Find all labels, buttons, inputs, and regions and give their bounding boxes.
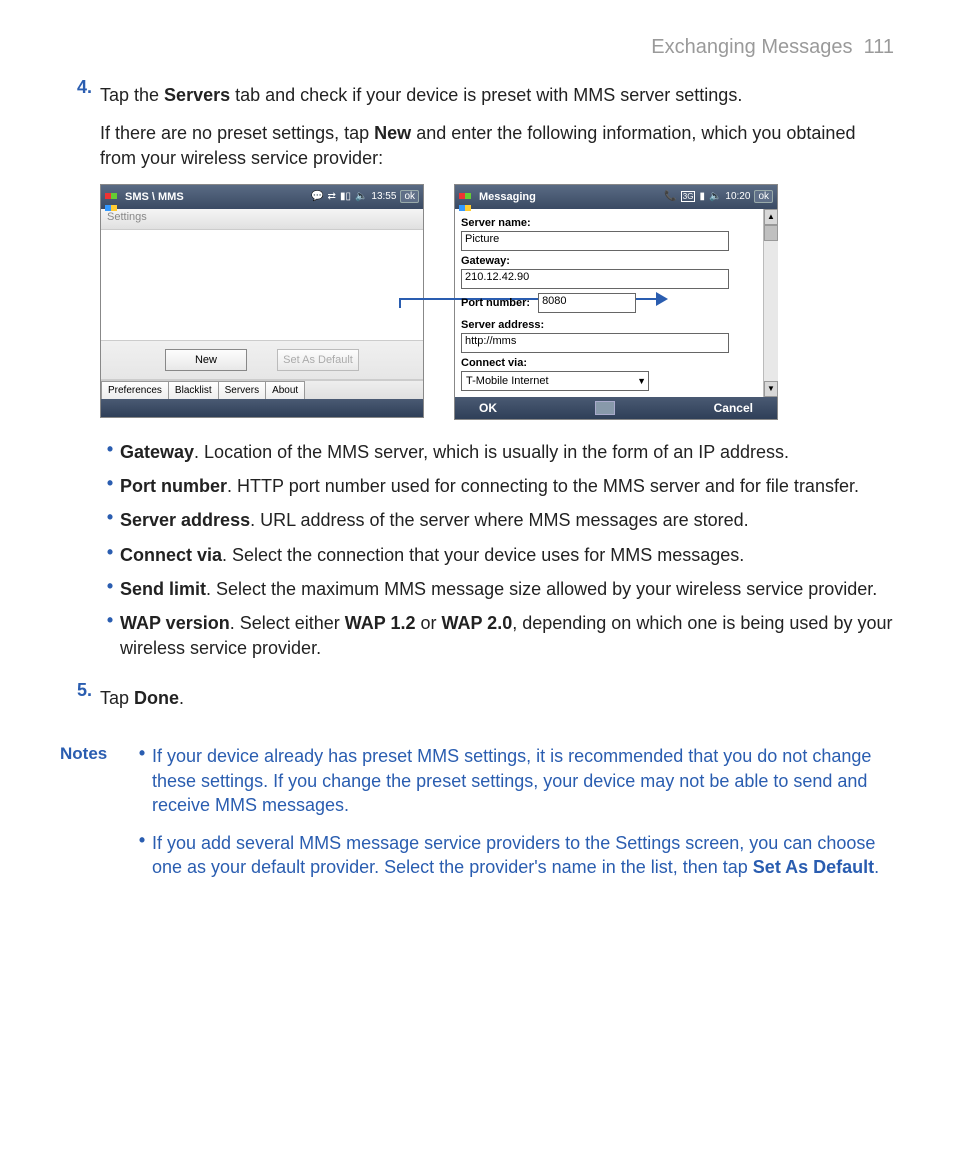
ok-button[interactable]: ok [754, 190, 773, 203]
page-number: 111 [864, 36, 894, 58]
page-header: Exchanging Messages 111 [60, 36, 894, 59]
bullet-icon: • [100, 508, 120, 532]
note-2: • If you add several MMS message service… [132, 831, 894, 880]
cancel-softkey[interactable]: Cancel [714, 401, 753, 415]
speaker-icon: 🔈 [355, 191, 367, 202]
input-gateway[interactable]: 210.12.42.90 [461, 269, 729, 289]
set-as-default-button[interactable]: Set As Default [277, 349, 359, 371]
bullet-connect-via: • Connect via. Select the connection tha… [100, 543, 894, 567]
label-server-address: Server address: [461, 319, 771, 331]
sync-icon: ⇄ [328, 191, 336, 202]
button-row: New Set As Default [101, 341, 423, 380]
bullet-icon: • [100, 440, 120, 464]
select-connect-via[interactable]: T-Mobile Internet ▼ [461, 371, 649, 391]
phone-icon: 📞 [664, 191, 676, 202]
tab-preferences[interactable]: Preferences [101, 381, 169, 399]
field-definitions: • Gateway. Location of the MMS server, w… [100, 440, 894, 660]
scroll-thumb[interactable] [764, 225, 778, 241]
scroll-up-icon[interactable]: ▲ [764, 209, 778, 225]
clock: 13:55 [371, 191, 396, 202]
server-list-empty [101, 230, 423, 341]
step-4: 4. Tap the Servers tab and check if your… [60, 77, 894, 670]
input-server-name[interactable]: Picture [461, 231, 729, 251]
bullet-gateway: • Gateway. Location of the MMS server, w… [100, 440, 894, 464]
label-connect-via: Connect via: [461, 357, 771, 369]
bullet-wap-version: • WAP version. Select either WAP 1.2 or … [100, 611, 894, 660]
3g-icon: 3G [681, 191, 696, 202]
settings-label: Settings [101, 209, 423, 230]
new-button[interactable]: New [165, 349, 247, 371]
scrollbar[interactable]: ▲ ▼ [763, 209, 778, 397]
bullet-server-address: • Server address. URL address of the ser… [100, 508, 894, 532]
label-server-name: Server name: [461, 217, 771, 229]
notes-section: Notes • If your device already has prese… [60, 742, 894, 893]
ok-softkey[interactable]: OK [479, 401, 497, 415]
note-1: • If your device already has preset MMS … [132, 744, 894, 817]
server-form: Server name: Picture Gateway: 210.12.42.… [455, 209, 777, 397]
label-port: Port number: [461, 297, 530, 309]
screenshot-sms-mms: SMS \ MMS 💬 ⇄ ▮▯ 🔈 13:55 ok Settings [100, 184, 424, 418]
bullet-icon: • [132, 744, 152, 817]
chat-icon: 💬 [311, 191, 323, 202]
titlebar: SMS \ MMS 💬 ⇄ ▮▯ 🔈 13:55 ok [101, 185, 423, 209]
step-5: 5. Tap Done. [60, 680, 894, 724]
input-server-address[interactable]: http://mms [461, 333, 729, 353]
bullet-icon: • [100, 611, 120, 660]
windows-flag-icon [105, 190, 119, 204]
input-port[interactable]: 8080 [538, 293, 636, 313]
window-title: SMS \ MMS [125, 191, 311, 203]
windows-flag-icon [459, 190, 473, 204]
screenshot-messaging: Messaging 📞 3G ▮ 🔈 10:20 ok Server name:… [454, 184, 778, 420]
step-5-text: Tap Done. [100, 686, 894, 710]
bullet-send-limit: • Send limit. Select the maximum MMS mes… [100, 577, 894, 601]
speaker-icon: 🔈 [709, 191, 721, 202]
ok-button[interactable]: ok [400, 190, 419, 203]
titlebar: Messaging 📞 3G ▮ 🔈 10:20 ok [455, 185, 777, 209]
step-number: 5. [60, 680, 100, 724]
bullet-port: • Port number. HTTP port number used for… [100, 474, 894, 498]
signal-icon: ▮ [699, 191, 705, 202]
signal-icon: ▮▯ [340, 191, 351, 202]
section-title: Exchanging Messages [651, 36, 852, 58]
step-4-para-2: If there are no preset settings, tap New… [100, 121, 894, 170]
document-page: Exchanging Messages 111 4. Tap the Serve… [0, 0, 954, 954]
tab-servers[interactable]: Servers [218, 381, 266, 399]
soft-key-bar [101, 399, 423, 417]
status-icons: 📞 3G ▮ 🔈 10:20 [664, 191, 750, 202]
tab-strip: Preferences Blacklist Servers About [101, 380, 423, 399]
status-icons: 💬 ⇄ ▮▯ 🔈 13:55 [311, 191, 396, 202]
keyboard-icon[interactable] [595, 401, 615, 415]
clock: 10:20 [725, 191, 750, 202]
label-gateway: Gateway: [461, 255, 771, 267]
window-title: Messaging [479, 191, 664, 203]
tab-blacklist[interactable]: Blacklist [168, 381, 219, 399]
notes-label: Notes [60, 742, 132, 893]
bullet-icon: • [100, 577, 120, 601]
chevron-down-icon: ▼ [637, 376, 646, 386]
bullet-icon: • [100, 474, 120, 498]
tab-about[interactable]: About [265, 381, 305, 399]
step-number: 4. [60, 77, 100, 670]
step-4-para-1: Tap the Servers tab and check if your de… [100, 83, 894, 107]
screenshot-row: SMS \ MMS 💬 ⇄ ▮▯ 🔈 13:55 ok Settings [100, 184, 894, 420]
scroll-down-icon[interactable]: ▼ [764, 381, 778, 397]
bullet-icon: • [100, 543, 120, 567]
soft-key-bar: OK Cancel [455, 397, 777, 419]
bullet-icon: • [132, 831, 152, 880]
